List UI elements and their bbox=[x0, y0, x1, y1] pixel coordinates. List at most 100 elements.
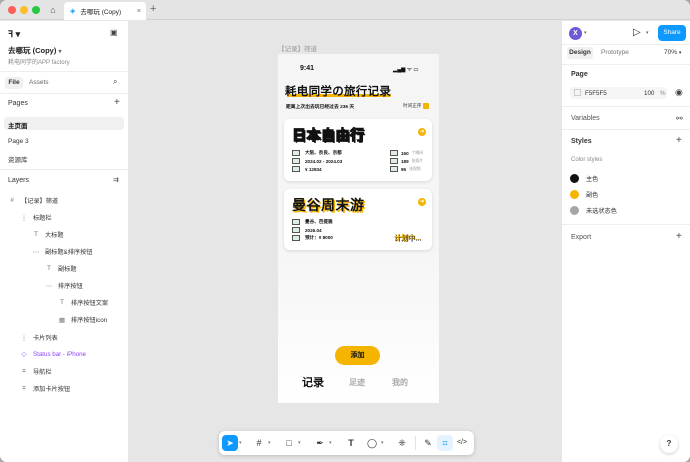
card-dates: 2024.02 - 2024.03 bbox=[292, 158, 342, 164]
design-mode-icon[interactable]: ⌗ bbox=[437, 435, 453, 451]
divider bbox=[562, 224, 690, 225]
page-color-swatch[interactable] bbox=[574, 89, 581, 96]
new-tab-icon[interactable]: + bbox=[150, 3, 156, 15]
nav-item-records[interactable]: 记录 bbox=[302, 374, 324, 390]
divider bbox=[562, 44, 690, 45]
page-item-resources[interactable]: 资源库 bbox=[8, 154, 28, 164]
layer-item[interactable]: ⌗ 导航栏 bbox=[20, 367, 51, 377]
chevron-down-icon[interactable]: ▾ bbox=[239, 440, 242, 446]
chevron-down-icon[interactable]: ▾ bbox=[329, 440, 332, 446]
card-title: 日本自由行 bbox=[292, 127, 365, 144]
card-cost: 预计：¥ 8000 bbox=[292, 235, 333, 241]
search-icon[interactable]: ⌕ bbox=[113, 77, 117, 87]
videos-count: 95 张视频 bbox=[390, 166, 421, 172]
arrow-right-icon[interactable]: ➜ bbox=[418, 198, 426, 206]
frame-tool-icon[interactable]: # bbox=[251, 435, 267, 451]
text-icon: T bbox=[47, 265, 51, 272]
moments-icon bbox=[390, 150, 398, 156]
layer-label: 添加卡片按钮 bbox=[33, 386, 71, 393]
nav-item-footprints[interactable]: 足迹 bbox=[349, 377, 365, 388]
tab-design[interactable]: Design bbox=[567, 47, 593, 59]
layer-item[interactable]: ⋮ 卡片列表 bbox=[20, 333, 58, 343]
add-card-button[interactable]: 添加 bbox=[335, 346, 380, 365]
frame-label[interactable]: 【记录】筛道 bbox=[278, 43, 317, 53]
chevron-down-icon[interactable]: ▾ bbox=[646, 30, 649, 36]
zoom-level[interactable]: 70% ▾ bbox=[664, 49, 681, 56]
layer-label: 副标题 bbox=[58, 266, 77, 273]
nav-item-profile[interactable]: 我的 bbox=[392, 377, 408, 388]
comment-tool-icon[interactable]: ◯ bbox=[364, 435, 380, 451]
close-tab-icon[interactable]: × bbox=[137, 8, 141, 15]
present-play-icon[interactable]: ▷ bbox=[633, 27, 641, 38]
layer-item[interactable]: ▦ 排序按钮icon bbox=[58, 315, 107, 325]
sort-icon[interactable] bbox=[423, 103, 429, 109]
color-style-item[interactable]: 主色 bbox=[570, 174, 598, 183]
divider bbox=[562, 64, 690, 65]
trip-card[interactable]: 日本自由行 ➜ 大阪、奈良、京都 2024.02 - 2024.03 ¥ 128… bbox=[284, 119, 432, 181]
tab-prototype[interactable]: Prototype bbox=[601, 49, 629, 56]
chevron-down-icon[interactable]: ▾ bbox=[584, 30, 587, 36]
money-icon bbox=[292, 166, 300, 172]
zoom-window-button[interactable] bbox=[32, 6, 40, 14]
color-styles-heading: Color styles bbox=[571, 157, 603, 163]
export-heading[interactable]: Export bbox=[571, 234, 591, 241]
layer-item[interactable]: # 【记录】筛道 bbox=[8, 196, 58, 205]
file-name[interactable]: 去哪玩 (Copy) ▾ bbox=[8, 45, 61, 56]
layer-label: 卡片列表 bbox=[33, 335, 58, 342]
status-icons: ▂▄▆ ᯤ ▭ bbox=[393, 67, 419, 73]
text-tool-icon[interactable]: T bbox=[343, 435, 359, 451]
add-export-icon[interactable]: + bbox=[676, 231, 682, 242]
avatar[interactable]: X bbox=[569, 27, 582, 40]
layer-item[interactable]: ⋮ 标题栏 bbox=[20, 213, 52, 223]
color-swatch bbox=[570, 190, 579, 199]
chevron-down-icon[interactable]: ▾ bbox=[381, 440, 384, 446]
vertical-autolayout-icon: ⋮ bbox=[20, 214, 28, 222]
layer-label: 大标题 bbox=[45, 232, 64, 239]
chevron-down-icon[interactable]: ▾ bbox=[268, 440, 271, 446]
layer-item[interactable]: ◇ Status bar - iPhone bbox=[20, 350, 86, 359]
color-style-item[interactable]: 未选状态色 bbox=[570, 206, 617, 215]
draw-mode-icon[interactable]: ✎ bbox=[420, 435, 436, 451]
layer-item[interactable]: ⋯ 副标题&排序按钮 bbox=[32, 247, 93, 257]
file-tab-button[interactable]: File bbox=[5, 77, 23, 89]
home-icon[interactable]: ⌂ bbox=[46, 3, 60, 17]
variables-heading[interactable]: Variables bbox=[571, 115, 600, 122]
help-button[interactable]: ? bbox=[660, 435, 678, 453]
project-name[interactable]: 耗电同学的APP factory bbox=[8, 57, 70, 66]
planning-badge: 计划中... bbox=[394, 235, 421, 242]
figma-menu-icon[interactable]: ꟻ ▾ bbox=[8, 29, 20, 40]
color-style-item[interactable]: 副色 bbox=[570, 190, 598, 199]
page-item-main[interactable]: 主页面 bbox=[8, 120, 28, 130]
layer-item[interactable]: ⋯ 排序按钮 bbox=[45, 281, 83, 291]
shape-tool-icon[interactable]: □ bbox=[281, 435, 297, 451]
add-page-icon[interactable]: + bbox=[114, 97, 120, 108]
eye-icon[interactable]: ◉ bbox=[675, 87, 683, 98]
layers-options-icon[interactable]: ⇉ bbox=[113, 176, 119, 184]
layer-item[interactable]: T 排序按钮文案 bbox=[58, 298, 108, 307]
share-button[interactable]: Share bbox=[658, 25, 686, 41]
variables-adjust-icon[interactable]: ⚯ bbox=[676, 114, 683, 123]
sidebar-toggle-icon[interactable]: ▣ bbox=[110, 28, 118, 37]
add-style-icon[interactable]: + bbox=[676, 135, 682, 146]
close-window-button[interactable] bbox=[8, 6, 16, 14]
sort-button-label[interactable]: 时间正序 bbox=[403, 103, 421, 109]
trip-card[interactable]: 曼谷周末游 ➜ 曼谷、芭提雅 2026.04 预计：¥ 8000 计划中... bbox=[284, 189, 432, 250]
resources-tool-icon[interactable]: ⁜ bbox=[394, 435, 410, 451]
text-icon: T bbox=[34, 231, 38, 238]
page-item-page3[interactable]: Page 3 bbox=[8, 138, 29, 145]
pen-tool-icon[interactable]: ✒ bbox=[312, 435, 328, 451]
horizontal-autolayout-icon: ⋯ bbox=[45, 282, 53, 290]
minimize-window-button[interactable] bbox=[20, 6, 28, 14]
layer-item[interactable]: T 副标题 bbox=[45, 264, 77, 273]
file-tab[interactable]: ◈ 去哪玩 (Copy) × bbox=[64, 2, 146, 20]
file-tab-title: 去哪玩 (Copy) bbox=[80, 9, 122, 16]
layer-item[interactable]: T 大标题 bbox=[32, 230, 64, 239]
layer-item[interactable]: ⌗ 添加卡片按钮 bbox=[20, 384, 71, 394]
page-color-hex[interactable]: F5F5F5 bbox=[585, 90, 607, 97]
arrow-right-icon[interactable]: ➜ bbox=[418, 128, 426, 136]
dev-mode-icon[interactable]: </> bbox=[454, 435, 470, 451]
assets-tab-button[interactable]: Assets bbox=[29, 79, 49, 86]
chevron-down-icon[interactable]: ▾ bbox=[298, 440, 301, 446]
move-tool-icon[interactable]: ➤ bbox=[222, 435, 238, 451]
page-opacity[interactable]: 100 bbox=[644, 90, 654, 97]
